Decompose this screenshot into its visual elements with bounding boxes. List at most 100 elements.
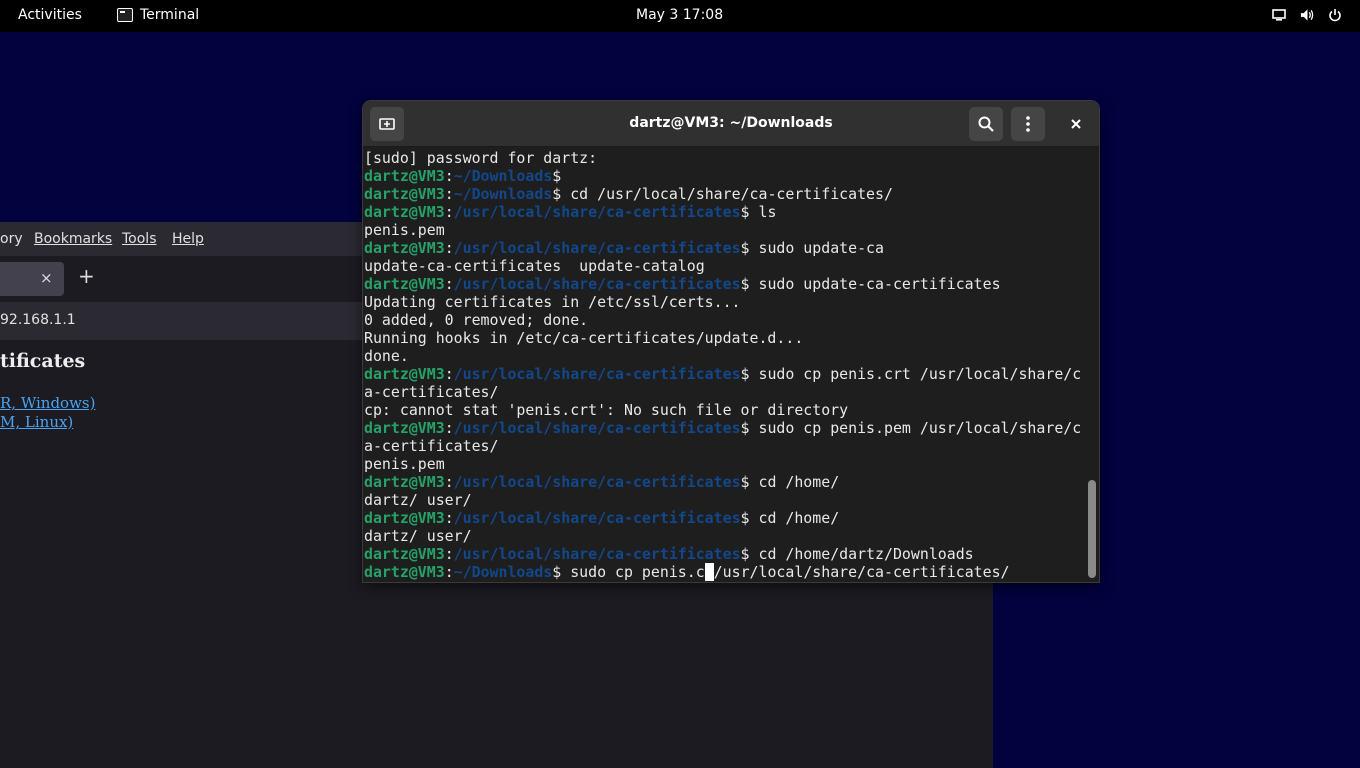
menu-history[interactable]: ory (0, 231, 23, 247)
menu-tools[interactable]: Tools (122, 231, 157, 247)
linux-link[interactable]: M, Linux) (0, 413, 73, 431)
prompt-dollar: $ (740, 365, 750, 383)
app-menu[interactable]: Terminal (117, 7, 199, 23)
prompt-command: cd /usr/local/share/ca-certificates/ (561, 185, 893, 203)
prompt-command: sudo update-ca (749, 239, 884, 257)
prompt-command: sudo cp penis.crt /usr/local/share/c (749, 365, 1082, 383)
terminal-window[interactable]: dartz@VM3: ~/Downloads [sudo] password f… (363, 101, 1099, 582)
prompt-user: dartz@VM3 (364, 275, 445, 293)
terminal-output-line: penis.pem (364, 455, 445, 473)
prompt-path: /usr/local/share/ca-certificates (453, 275, 741, 293)
terminal-output-line: Running hooks in /etc/ca-certificates/up… (364, 329, 804, 347)
prompt-dollar: $ (552, 167, 562, 185)
close-tab-icon[interactable]: × (40, 269, 53, 287)
browser-tab[interactable]: × (0, 262, 64, 296)
activities-button[interactable]: Activities (18, 7, 82, 23)
prompt-user: dartz@VM3 (364, 419, 445, 437)
terminal-prompt-line: dartz@VM3:/usr/local/share/ca-certificat… (364, 419, 1084, 437)
prompt-command: sudo update-ca-certificates (749, 275, 1001, 293)
prompt-path: /usr/local/share/ca-certificates (453, 365, 741, 383)
prompt-sep: : (444, 509, 454, 527)
volume-icon[interactable] (1300, 8, 1314, 22)
prompt-user: dartz@VM3 (364, 545, 445, 563)
terminal-prompt-line: dartz@VM3:/usr/local/share/ca-certificat… (364, 473, 1084, 491)
screen-icon[interactable] (1272, 8, 1286, 22)
new-tab-button[interactable]: + (78, 266, 95, 286)
terminal-output-line: cp: cannot stat 'penis.crt': No such fil… (364, 401, 849, 419)
menu-button[interactable] (1011, 107, 1045, 141)
menu-help[interactable]: Help (172, 231, 204, 247)
terminal-prompt-line: dartz@VM3:/usr/local/share/ca-certificat… (364, 545, 1084, 563)
terminal-prompt-line: dartz@VM3:~/Downloads$ cd /usr/local/sha… (364, 185, 1084, 203)
search-icon (978, 116, 994, 132)
menu-bookmarks[interactable]: Bookmarks (34, 231, 112, 247)
terminal-app-icon (117, 8, 133, 22)
prompt-path: /usr/local/share/ca-certificates (453, 509, 741, 527)
prompt-command: ls (749, 203, 777, 221)
prompt-dollar: $ (740, 509, 750, 527)
prompt-dollar: $ (740, 203, 750, 221)
terminal-prompt-line: dartz@VM3:~/Downloads$ (364, 167, 1084, 185)
prompt-sep: : (444, 473, 454, 491)
prompt-dollar: $ (552, 563, 562, 581)
terminal-output[interactable]: [sudo] password for dartz: dartz@VM3:~/Do… (364, 149, 1084, 582)
prompt-path: /usr/local/share/ca-certificates (453, 473, 741, 491)
menu-bookmarks-label: Bookmarks (34, 231, 113, 247)
prompt-user: dartz@VM3 (364, 239, 445, 257)
menu-help-label: Help (172, 231, 204, 247)
prompt-dollar: $ (740, 275, 750, 293)
prompt-path: ~/Downloads (453, 185, 553, 203)
prompt-dollar: $ (740, 419, 750, 437)
terminal-output-line: update-ca-certificates update-catalog (364, 257, 705, 275)
terminal-prompt-line: dartz@VM3:/usr/local/share/ca-certificat… (364, 275, 1084, 293)
search-button[interactable] (969, 107, 1003, 141)
terminal-output-line: a-certificates/ (364, 383, 499, 401)
prompt-user: dartz@VM3 (364, 167, 445, 185)
windows-link[interactable]: R, Windows) (0, 394, 95, 412)
prompt-path: /usr/local/share/ca-certificates (453, 239, 741, 257)
prompt-user: dartz@VM3 (364, 203, 445, 221)
prompt-command: cd /home/ (749, 473, 840, 491)
terminal-prompt-line: dartz@VM3:/usr/local/share/ca-certificat… (364, 365, 1084, 383)
prompt-path: /usr/local/share/ca-certificates (453, 203, 741, 221)
prompt-sep: : (444, 239, 454, 257)
menu-tools-label: Tools (122, 231, 157, 247)
close-icon (1071, 119, 1081, 129)
kebab-menu-icon (1026, 116, 1030, 132)
prompt-dollar: $ (740, 473, 750, 491)
prompt-dollar: $ (740, 239, 750, 257)
prompt-sep: : (444, 545, 454, 563)
app-name: Terminal (140, 7, 200, 23)
terminal-headerbar[interactable]: dartz@VM3: ~/Downloads (363, 101, 1099, 147)
prompt-sep: : (444, 167, 454, 185)
close-button[interactable] (1059, 107, 1093, 141)
terminal-output-line: dartz/ user/ (364, 491, 472, 509)
clock[interactable]: May 3 17:08 (636, 7, 723, 23)
prompt-dollar: $ (552, 185, 562, 203)
terminal-output-line: done. (364, 347, 409, 365)
terminal-output-line: dartz/ user/ (364, 527, 472, 545)
terminal-output-line: [sudo] password for dartz: (364, 149, 598, 167)
prompt-command: sudo cp penis.c (561, 563, 705, 581)
prompt-sep: : (444, 563, 454, 581)
prompt-user: dartz@VM3 (364, 365, 445, 383)
system-tray[interactable] (1272, 8, 1342, 22)
prompt-user: dartz@VM3 (364, 563, 445, 581)
terminal-output-line: 0 added, 0 removed; done. (364, 311, 589, 329)
prompt-dollar: $ (740, 545, 750, 563)
prompt-sep: : (444, 419, 454, 437)
terminal-prompt-line: dartz@VM3:/usr/local/share/ca-certificat… (364, 203, 1084, 221)
top-bar: Activities Terminal May 3 17:08 (0, 0, 1360, 32)
power-icon[interactable] (1328, 8, 1342, 22)
prompt-command: cd /home/ (749, 509, 840, 527)
terminal-output-line: Updating certificates in /etc/ssl/certs.… (364, 293, 741, 311)
terminal-prompt-line: dartz@VM3:/usr/local/share/ca-certificat… (364, 509, 1084, 527)
prompt-sep: : (444, 365, 454, 383)
prompt-path: ~/Downloads (453, 167, 553, 185)
prompt-sep: : (444, 185, 454, 203)
prompt-sep: : (444, 275, 454, 293)
text-cursor (704, 563, 714, 581)
prompt-command: cd /home/dartz/Downloads (749, 545, 974, 563)
url-text[interactable]: 92.168.1.1 (0, 312, 76, 328)
terminal-scrollbar[interactable] (1088, 480, 1096, 578)
